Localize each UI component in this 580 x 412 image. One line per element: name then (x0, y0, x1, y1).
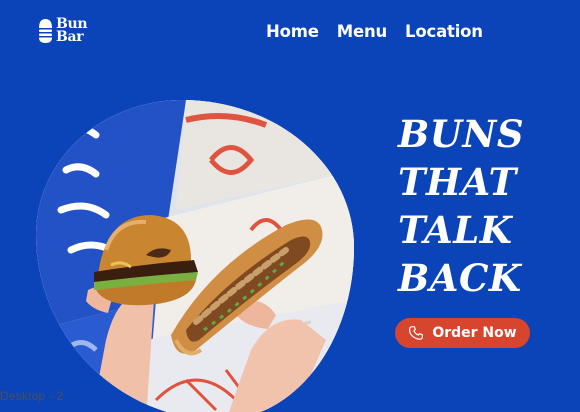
order-now-label: Order Now (432, 325, 517, 341)
nav-menu-link[interactable]: Menu (337, 22, 388, 41)
hero-image (36, 100, 354, 412)
order-now-button[interactable]: Order Now (395, 318, 530, 348)
page-frame: Bun Bar Home Menu Location BUNS THAT TAL… (0, 0, 580, 412)
headline-line-3: TALK (398, 208, 513, 252)
nav-location-link[interactable]: Location (405, 22, 483, 41)
logo-wordmark: Bun Bar (56, 17, 88, 45)
phone-icon (409, 326, 424, 340)
logo-line-2: Bar (56, 29, 84, 45)
headline-line-4: BACK (398, 256, 522, 300)
main-nav: Home Menu Location (266, 22, 483, 41)
headline-line-1: BUNS (398, 112, 525, 156)
nav-home-link[interactable]: Home (266, 22, 319, 41)
logo[interactable]: Bun Bar (38, 17, 88, 45)
headline-line-2: THAT (398, 160, 517, 204)
hero-headline: BUNS THAT TALK BACK (398, 110, 524, 302)
bun-logo-icon (39, 19, 52, 43)
burger-and-sandwich-photo (36, 100, 354, 412)
frame-label: Desktop - 2 (0, 389, 64, 403)
